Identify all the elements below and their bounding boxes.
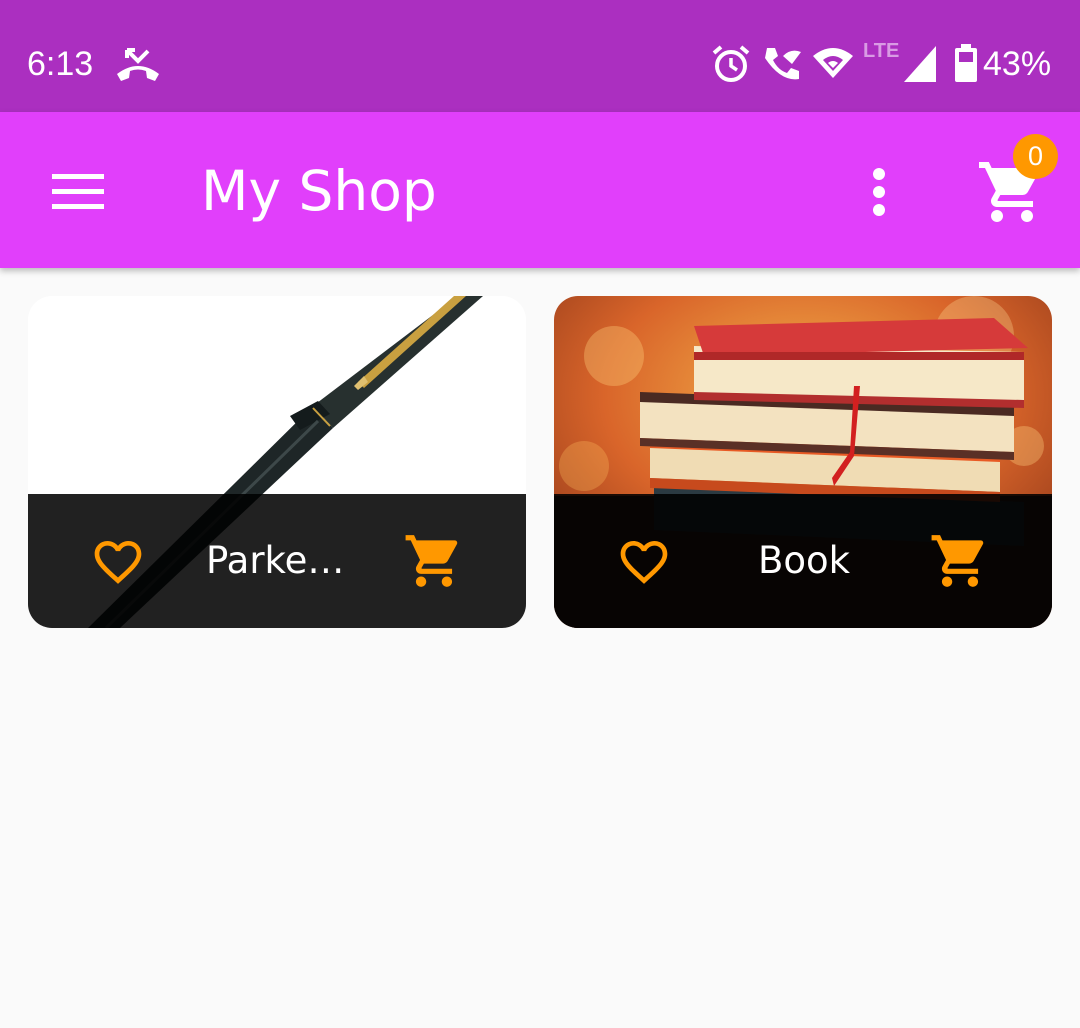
menu-icon [52,174,104,209]
add-to-cart-button[interactable] [402,530,466,592]
add-to-cart-button[interactable] [928,530,992,592]
heart-outline-icon [94,541,142,584]
wifi-calling-icon [765,48,801,80]
product-card-pen[interactable]: Parker Pen [28,296,526,628]
battery-percentage: 43% [983,45,1052,83]
alarm-icon [712,45,750,82]
shopping-cart-icon [405,535,458,587]
status-bar: 6:13 LTE 43% [0,0,1080,112]
favorite-button[interactable] [614,534,674,590]
product-title: Book [757,539,851,582]
card-footer: Book [554,494,1052,628]
network-type: LTE [863,40,900,62]
wifi-icon [813,48,853,78]
shopping-cart-icon [931,535,984,587]
more-options-button[interactable] [858,164,900,220]
product-title: Parker Pen [206,539,356,582]
missed-call-icon [117,48,159,81]
app-title: My Shop [201,159,437,223]
more-vert-icon [873,168,885,216]
cart-count-badge: 0 [1013,134,1058,179]
cell-signal-icon [904,46,936,82]
battery-icon [955,44,977,82]
status-time: 6:13 [27,45,94,83]
menu-button[interactable] [44,166,110,216]
heart-outline-icon [620,541,668,584]
app-bar: My Shop [0,112,1080,268]
card-footer: Parker Pen [28,494,526,628]
favorite-button[interactable] [88,534,148,590]
product-card-book[interactable]: Book [554,296,1052,628]
